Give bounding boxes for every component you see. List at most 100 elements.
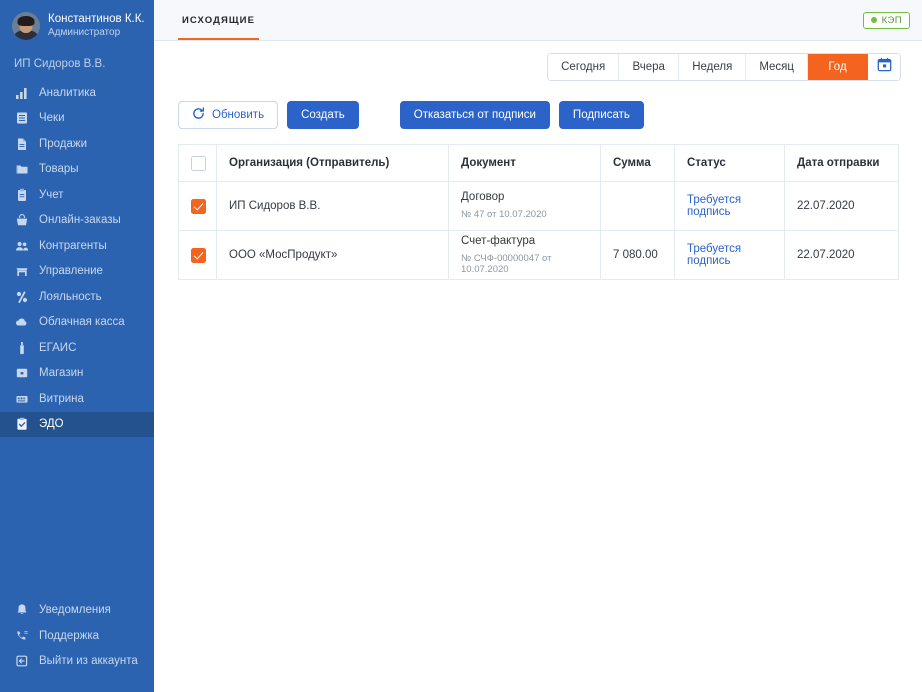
tab-bar: ИСХОДЯЩИЕ xyxy=(178,0,260,40)
sidebar-item-label: Онлайн-заказы xyxy=(39,214,121,227)
users-icon xyxy=(14,238,29,253)
user-text: Константинов К.К. Администратор xyxy=(48,12,144,40)
decline-signature-button[interactable]: Отказаться от подписи xyxy=(399,101,550,129)
topbar: ИСХОДЯЩИЕ КЭП xyxy=(154,0,922,41)
sidebar-item-loyalty[interactable]: Лояльность xyxy=(0,284,154,310)
sidebar-item-egais[interactable]: ЕГАИС xyxy=(0,335,154,361)
cell-sum xyxy=(600,181,675,231)
phone-support-icon xyxy=(14,628,29,643)
row-select-cell[interactable] xyxy=(178,181,217,231)
store-icon xyxy=(14,264,29,279)
sidebar-organization[interactable]: ИП Сидоров В.В. xyxy=(0,52,154,80)
cell-org: ООО «МосПродукт» xyxy=(216,230,449,280)
logout-icon xyxy=(14,654,29,669)
sidebar-item-label: Контрагенты xyxy=(39,239,107,252)
sidebar-item-label: Учет xyxy=(39,188,64,201)
user-role: Администратор xyxy=(48,27,121,39)
select-all-checkbox[interactable] xyxy=(191,155,206,171)
create-button[interactable]: Создать xyxy=(287,101,359,129)
basket-icon xyxy=(14,213,29,228)
status-link[interactable]: Требуется подпись xyxy=(687,194,741,218)
sidebar-item-cloud-cashbox[interactable]: Облачная касса xyxy=(0,310,154,336)
sign-button[interactable]: Подписать xyxy=(558,101,644,129)
column-header-date[interactable]: Дата отправки xyxy=(784,144,899,182)
calendar-icon xyxy=(877,57,892,77)
filter-yesterday[interactable]: Вчера xyxy=(619,54,680,80)
sidebar-item-online-orders[interactable]: Онлайн-заказы xyxy=(0,208,154,234)
bar-chart-icon xyxy=(14,85,29,100)
sidebar-item-analytics[interactable]: Аналитика xyxy=(0,80,154,106)
create-button-label: Создать xyxy=(301,109,345,121)
badge-wrap: КЭП xyxy=(862,0,910,40)
sidebar-item-label: Чеки xyxy=(39,112,65,125)
sidebar-item-edo[interactable]: ЭДО xyxy=(0,411,154,437)
sidebar-item-accounting[interactable]: Учет xyxy=(0,182,154,208)
cell-date: 22.07.2020 xyxy=(784,181,899,231)
tab-label: ИСХОДЯЩИЕ xyxy=(182,14,256,26)
cell-document: Договор № 47 от 10.07.2020 xyxy=(448,181,601,231)
folder-icon xyxy=(14,162,29,177)
sidebar-item-management[interactable]: Управление xyxy=(0,259,154,285)
row-select-cell[interactable] xyxy=(178,230,217,280)
document-title: Договор xyxy=(461,191,505,204)
refresh-button[interactable]: Обновить xyxy=(178,101,279,129)
cloud-icon xyxy=(14,315,29,330)
sidebar-item-label: Поддержка xyxy=(39,629,99,642)
table-row[interactable]: ООО «МосПродукт» Счет-фактура № СЧФ-0000… xyxy=(178,230,899,280)
sidebar-item-label: Магазин xyxy=(39,367,84,380)
document-title: Счет-фактура xyxy=(461,234,536,247)
sidebar-item-counterparties[interactable]: Контрагенты xyxy=(0,233,154,259)
sidebar-user-block[interactable]: Константинов К.К. Администратор xyxy=(0,0,154,52)
clipboard-icon xyxy=(14,187,29,202)
column-header-org[interactable]: Организация (Отправитель) xyxy=(216,144,449,182)
bell-icon xyxy=(14,603,29,618)
filter-year[interactable]: Год xyxy=(808,54,868,80)
sidebar-item-notifications[interactable]: Уведомления xyxy=(0,598,154,624)
avatar xyxy=(12,12,40,40)
row-checkbox[interactable] xyxy=(191,247,206,263)
row-checkbox[interactable] xyxy=(191,198,206,214)
select-all-cell[interactable] xyxy=(178,144,217,182)
date-range-segmented-control: Сегодня Вчера Неделя Месяц Год xyxy=(547,53,901,81)
filter-label: Сегодня xyxy=(561,61,606,73)
refresh-icon xyxy=(192,107,205,123)
sidebar-item-receipts[interactable]: Чеки xyxy=(0,106,154,132)
column-header-status[interactable]: Статус xyxy=(674,144,785,182)
filter-week[interactable]: Неделя xyxy=(679,54,747,80)
sign-button-label: Подписать xyxy=(572,109,630,121)
sidebar-item-label: Облачная касса xyxy=(39,316,125,329)
document-number: № СЧФ-00000047 от 10.07.2020 xyxy=(461,252,552,275)
sidebar-item-support[interactable]: Поддержка xyxy=(0,623,154,649)
sidebar-item-label: ЕГАИС xyxy=(39,341,77,354)
tab-outgoing[interactable]: ИСХОДЯЩИЕ xyxy=(178,0,260,40)
sidebar-item-logout[interactable]: Выйти из аккаунта xyxy=(0,649,154,675)
filter-label: Неделя xyxy=(692,61,733,73)
column-header-document[interactable]: Документ xyxy=(448,144,601,182)
table-body: ИП Сидоров В.В. Договор № 47 от 10.07.20… xyxy=(178,181,899,280)
status-link[interactable]: Требуется подпись xyxy=(687,243,741,267)
filter-today[interactable]: Сегодня xyxy=(548,54,620,80)
sidebar-menu: Аналитика Чеки Продажи Товары Учет Онлай… xyxy=(0,80,154,437)
sidebar-item-goods[interactable]: Товары xyxy=(0,157,154,183)
column-header-sum[interactable]: Сумма xyxy=(600,144,675,182)
document-number: № 47 от 10.07.2020 xyxy=(461,209,547,221)
sidebar-item-label: Управление xyxy=(39,265,103,278)
table-row[interactable]: ИП Сидоров В.В. Договор № 47 от 10.07.20… xyxy=(178,181,899,231)
cell-document: Счет-фактура № СЧФ-00000047 от 10.07.202… xyxy=(448,230,601,280)
sidebar-item-shop[interactable]: Магазин xyxy=(0,361,154,387)
cell-status: Требуется подпись xyxy=(674,230,785,280)
sidebar-item-label: Выйти из аккаунта xyxy=(39,655,138,668)
cell-sum: 7 080.00 xyxy=(600,230,675,280)
status-badge-kep[interactable]: КЭП xyxy=(862,11,910,29)
filter-month[interactable]: Месяц xyxy=(746,54,808,80)
sidebar-item-showcase[interactable]: Витрина xyxy=(0,386,154,412)
table-head: Организация (Отправитель) Документ Сумма… xyxy=(178,144,899,182)
sidebar-item-label: Витрина xyxy=(39,392,84,405)
sidebar-item-label: Продажи xyxy=(39,137,88,150)
sidebar-item-sales[interactable]: Продажи xyxy=(0,131,154,157)
calendar-button[interactable] xyxy=(868,54,900,80)
app-root: Константинов К.К. Администратор ИП Сидор… xyxy=(0,0,922,692)
date-filter-row: Сегодня Вчера Неделя Месяц Год xyxy=(154,41,922,81)
status-badge-label: КЭП xyxy=(881,14,902,26)
filter-label: Вчера xyxy=(632,61,665,73)
